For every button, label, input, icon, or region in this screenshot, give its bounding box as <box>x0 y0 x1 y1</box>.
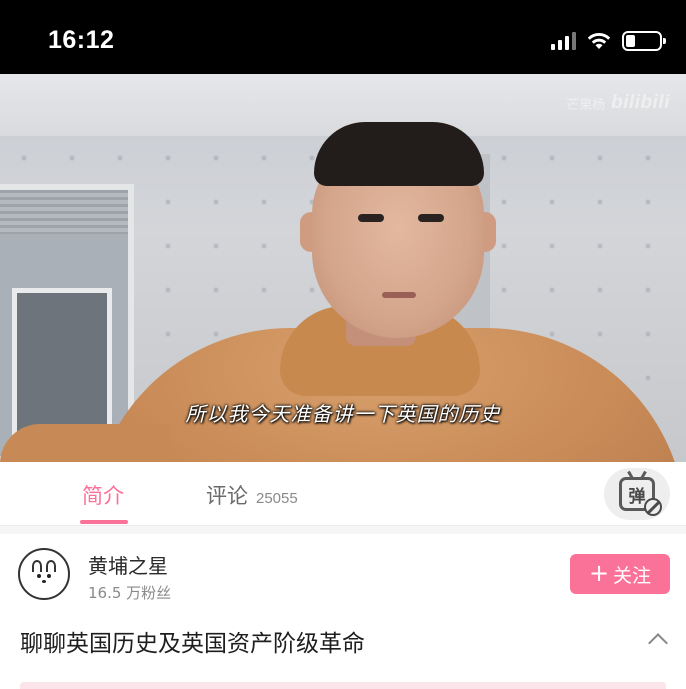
bilibili-logo: bilibili <box>611 92 670 113</box>
author-fans-count: 16.5 万粉丝 <box>88 584 172 602</box>
section-divider <box>0 526 686 534</box>
comment-count: 25055 <box>256 490 298 507</box>
author-avatar[interactable] <box>18 548 70 600</box>
follow-label: 关注 <box>613 564 652 587</box>
content-strip <box>20 682 666 689</box>
plus-icon: + <box>588 559 610 587</box>
chevron-up-icon[interactable] <box>648 630 666 648</box>
status-bar: 16:12 <box>0 0 686 74</box>
status-icons <box>551 30 666 52</box>
danmaku-char: 弹 <box>628 486 646 507</box>
status-time: 16:12 <box>48 26 115 54</box>
danmaku-off-icon: 弹 <box>619 470 662 516</box>
author-name[interactable]: 黄埔之星 <box>88 550 168 579</box>
tab-bar: 简介 评论 25055 弹 <box>0 462 686 526</box>
tab-intro[interactable]: 简介 <box>82 480 124 510</box>
cellular-signal-icon <box>551 32 576 50</box>
watermark-uploader: 芒果杨 <box>566 97 606 113</box>
video-title: 聊聊英国历史及英国资产阶级革命 <box>20 631 365 657</box>
video-player[interactable]: 芒果杨 bilibili 所以我今天准备讲一下英国的历史 <box>0 74 686 462</box>
tab-comments-label: 评论 <box>206 484 248 508</box>
follow-button[interactable]: + 关注 <box>570 554 670 594</box>
danmaku-toggle-button[interactable]: 弹 <box>604 468 670 520</box>
video-watermark: 芒果杨 bilibili <box>566 92 670 114</box>
author-row: 黄埔之星 16.5 万粉丝 + 关注 <box>0 534 686 614</box>
wifi-icon <box>587 32 611 49</box>
video-subtitle: 所以我今天准备讲一下英国的历史 <box>185 402 501 426</box>
battery-icon <box>622 31 666 51</box>
tab-active-indicator <box>80 520 128 524</box>
tab-comments[interactable]: 评论 25055 <box>206 480 298 510</box>
